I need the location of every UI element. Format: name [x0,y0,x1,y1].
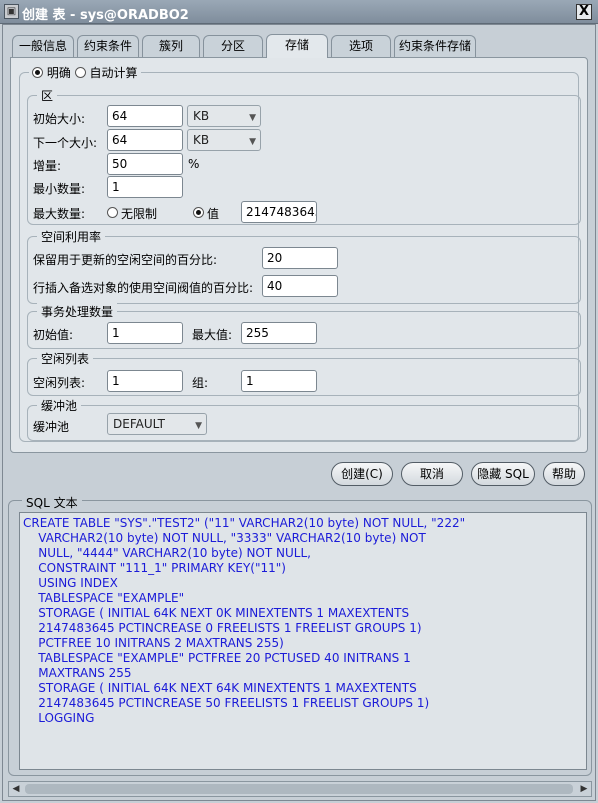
buffer-pool-value: DEFAULT [113,417,165,431]
app-icon: ▣ [4,4,19,19]
sql-line: STORAGE ( INITIAL 64K NEXT 0K MINEXTENTS… [23,606,410,620]
unlimited-label: 无限制 [121,207,158,221]
radio-unlimited[interactable] [107,207,118,218]
sql-line: LOGGING [23,711,95,725]
sql-line: TABLESPACE "EXAMPLE" [23,591,185,605]
buffer-pool-label: 缓冲池 [33,420,70,434]
tab-constraints[interactable]: 约束条件 [77,35,139,57]
chevron-down-icon: ▼ [249,137,256,147]
storage-panel: 明确 自动计算 区 初始大小: 64 KB ▼ 下一个大小: 64 KB ▼ 增量:… [10,57,588,453]
pctused-label: 行插入备选对象的使用空间阀值的百分比: [33,281,254,295]
sql-line: MAXTRANS 255 [23,666,132,680]
transactions-legend: 事务处理数量 [37,303,118,320]
sql-text-area[interactable]: CREATE TABLE "SYS"."TEST2" ("11" VARCHAR… [19,512,587,770]
mode-legend: 明确 自动计算 [29,64,141,81]
increase-unit: % [188,157,200,171]
min-extents-label: 最小数量: [33,182,86,196]
title-bar: ▣ 创建 表 - sys@ORADBO2 [0,0,598,24]
scroll-right-icon[interactable]: ▶ [577,782,591,796]
radio-auto[interactable] [74,67,86,78]
initrans-label: 初始值: [33,328,74,342]
help-button[interactable]: 帮助 [543,462,585,486]
scroll-left-icon[interactable]: ◀ [9,782,23,796]
sql-line: NULL, "4444" VARCHAR2(10 byte) NOT NULL, [23,546,311,560]
tab-cluster-columns[interactable]: 簇列 [142,35,200,57]
initial-size-label: 初始大小: [33,112,86,126]
sql-line: 2147483645 PCTINCREASE 0 FREELISTS 1 FRE… [23,621,422,635]
chevron-down-icon: ▼ [195,421,202,431]
increase-input[interactable]: 50 [107,153,183,175]
tab-options[interactable]: 选项 [331,35,391,57]
freelists-label: 空闲列表: [33,376,86,390]
pctfree-label: 保留用于更新的空闲空间的百分比: [33,253,218,267]
next-size-input[interactable]: 64 [107,129,183,151]
sql-line: USING INDEX [23,576,118,590]
tab-constraint-storage[interactable]: 约束条件存储 [394,35,476,57]
pctfree-input[interactable]: 20 [262,247,338,269]
cancel-button[interactable]: 取消 [401,462,463,486]
horizontal-scrollbar[interactable]: ◀ ▶ [8,781,592,797]
freelists-legend: 空闲列表 [37,350,94,367]
initial-size-unit-select[interactable]: KB ▼ [187,105,261,127]
label-auto: 自动计算 [89,66,138,80]
chevron-down-icon: ▼ [249,113,256,123]
buffer-pool-select[interactable]: DEFAULT ▼ [107,413,207,435]
create-button[interactable]: 创建(C) [331,462,393,486]
sql-line: PCTFREE 10 INITRANS 2 MAXTRANS 255) [23,636,284,650]
next-size-label: 下一个大小: [33,136,98,150]
sql-text-legend: SQL 文本 [22,494,82,511]
radio-value[interactable] [193,207,204,218]
initrans-input[interactable]: 1 [107,322,183,344]
sql-line: TABLESPACE "EXAMPLE" PCTFREE 20 PCTUSED … [23,651,411,665]
window-title: 创建 表 - sys@ORADBO2 [22,8,189,23]
freelists-input[interactable]: 1 [107,370,183,392]
scrollbar-thumb[interactable] [25,784,573,794]
sql-line: CONSTRAINT "111_1" PRIMARY KEY("11") [23,561,286,575]
tab-storage[interactable]: 存储 [266,34,328,58]
increase-label: 增量: [33,159,62,173]
min-extents-input[interactable]: 1 [107,176,183,198]
next-size-unit-select[interactable]: KB ▼ [187,129,261,151]
radio-explicit[interactable] [32,67,43,78]
tab-partitions[interactable]: 分区 [203,35,263,57]
initial-unit-value: KB [193,109,210,123]
maxtrans-label: 最大值: [192,328,233,342]
maxtrans-input[interactable]: 255 [241,322,317,344]
freelist-groups-input[interactable]: 1 [241,370,317,392]
close-button[interactable]: X [576,4,592,20]
sql-line: CREATE TABLE "SYS"."TEST2" ("11" VARCHAR… [23,516,466,530]
pctused-input[interactable]: 40 [262,275,338,297]
max-extents-label: 最大数量: [33,207,86,221]
buffer-pool-legend: 缓冲池 [37,397,82,414]
next-unit-value: KB [193,133,210,147]
max-extents-input[interactable]: 2147483645 [241,201,317,223]
tab-general[interactable]: 一般信息 [12,35,74,57]
value-label: 值 [207,207,220,221]
sql-line: VARCHAR2(10 byte) NOT NULL, "3333" VARCH… [23,531,426,545]
sql-line: STORAGE ( INITIAL 64K NEXT 64K MINEXTENT… [23,681,417,695]
space-usage-legend: 空间利用率 [37,228,106,245]
freelist-groups-label: 组: [192,376,209,390]
initial-size-input[interactable]: 64 [107,105,183,127]
label-explicit: 明确 [46,66,71,80]
hide-sql-button[interactable]: 隐藏 SQL [471,462,535,486]
sql-line: 2147483645 PCTINCREASE 50 FREELISTS 1 FR… [23,696,430,710]
extents-legend: 区 [37,87,58,104]
